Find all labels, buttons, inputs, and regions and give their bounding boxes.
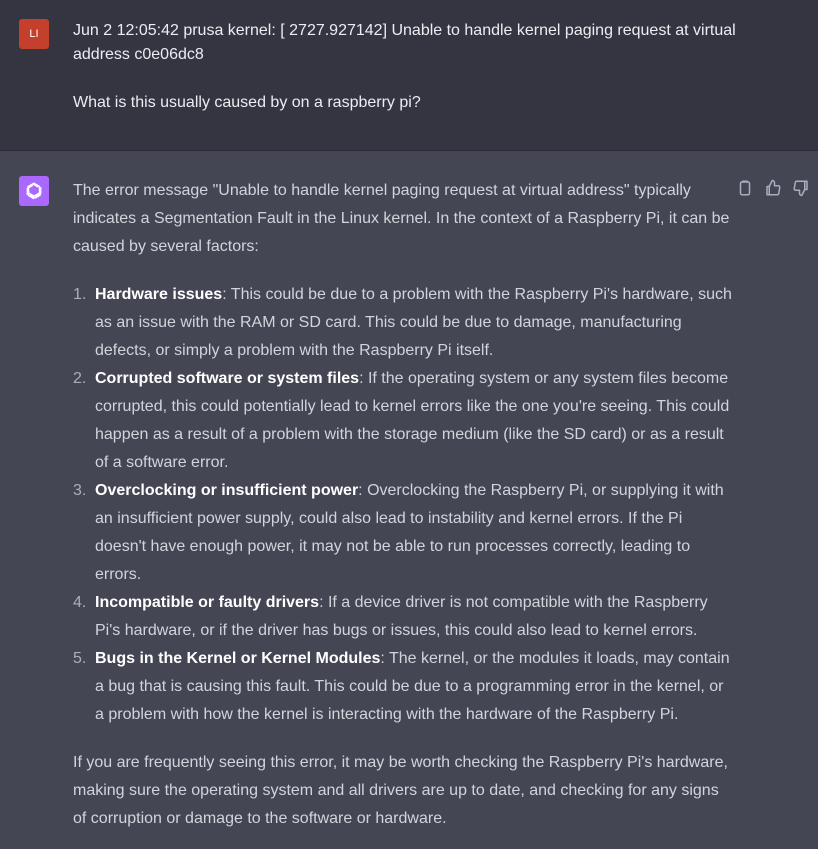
- assistant-avatar: [19, 176, 49, 206]
- list-item: 1. Hardware issues: This could be due to …: [73, 281, 733, 365]
- list-item-number: 4.: [73, 594, 87, 611]
- list-item: 4. Incompatible or faulty drivers: If a d…: [73, 589, 733, 645]
- list-item: 2. Corrupted software or system files: If…: [73, 365, 733, 477]
- thumbs-down-icon[interactable]: [792, 179, 810, 197]
- openai-logo-icon: [26, 182, 42, 200]
- list-item: 3. Overclocking or insufficient power: Ov…: [73, 477, 733, 589]
- copy-icon[interactable]: [736, 179, 754, 197]
- list-item-number: 1.: [73, 286, 87, 303]
- assistant-intro: The error message "Unable to handle kern…: [73, 182, 730, 255]
- list-item-title: Bugs in the Kernel or Kernel Modules: [95, 650, 381, 667]
- list-item-title: Overclocking or insufficient power: [95, 482, 359, 499]
- list-item-number: 2.: [73, 370, 87, 387]
- thumbs-up-icon[interactable]: [764, 179, 782, 197]
- list-item-number: 5.: [73, 650, 87, 667]
- message-actions: [736, 179, 810, 197]
- assistant-outro: If you are frequently seeing this error,…: [73, 754, 728, 827]
- list-item-title: Incompatible or faulty drivers: [95, 594, 320, 611]
- user-avatar: LI: [19, 19, 49, 49]
- list-item-title: Hardware issues: [95, 286, 223, 303]
- user-message: LI Jun 2 12:05:42 prusa kernel: [ 2727.9…: [0, 0, 818, 151]
- user-message-text: Jun 2 12:05:42 prusa kernel: [ 2727.9271…: [73, 19, 743, 115]
- assistant-message: The error message "Unable to handle kern…: [0, 151, 818, 849]
- user-message-line-1: Jun 2 12:05:42 prusa kernel: [ 2727.9271…: [73, 22, 736, 63]
- assistant-message-text: The error message "Unable to handle kern…: [73, 177, 733, 833]
- list-item: 5. Bugs in the Kernel or Kernel Modules: …: [73, 645, 733, 729]
- list-item-title: Corrupted software or system files: [95, 370, 360, 387]
- cause-list: 1. Hardware issues: This could be due to …: [73, 281, 733, 729]
- list-item-number: 3.: [73, 482, 87, 499]
- user-message-line-2: What is this usually caused by on a rasp…: [73, 94, 421, 111]
